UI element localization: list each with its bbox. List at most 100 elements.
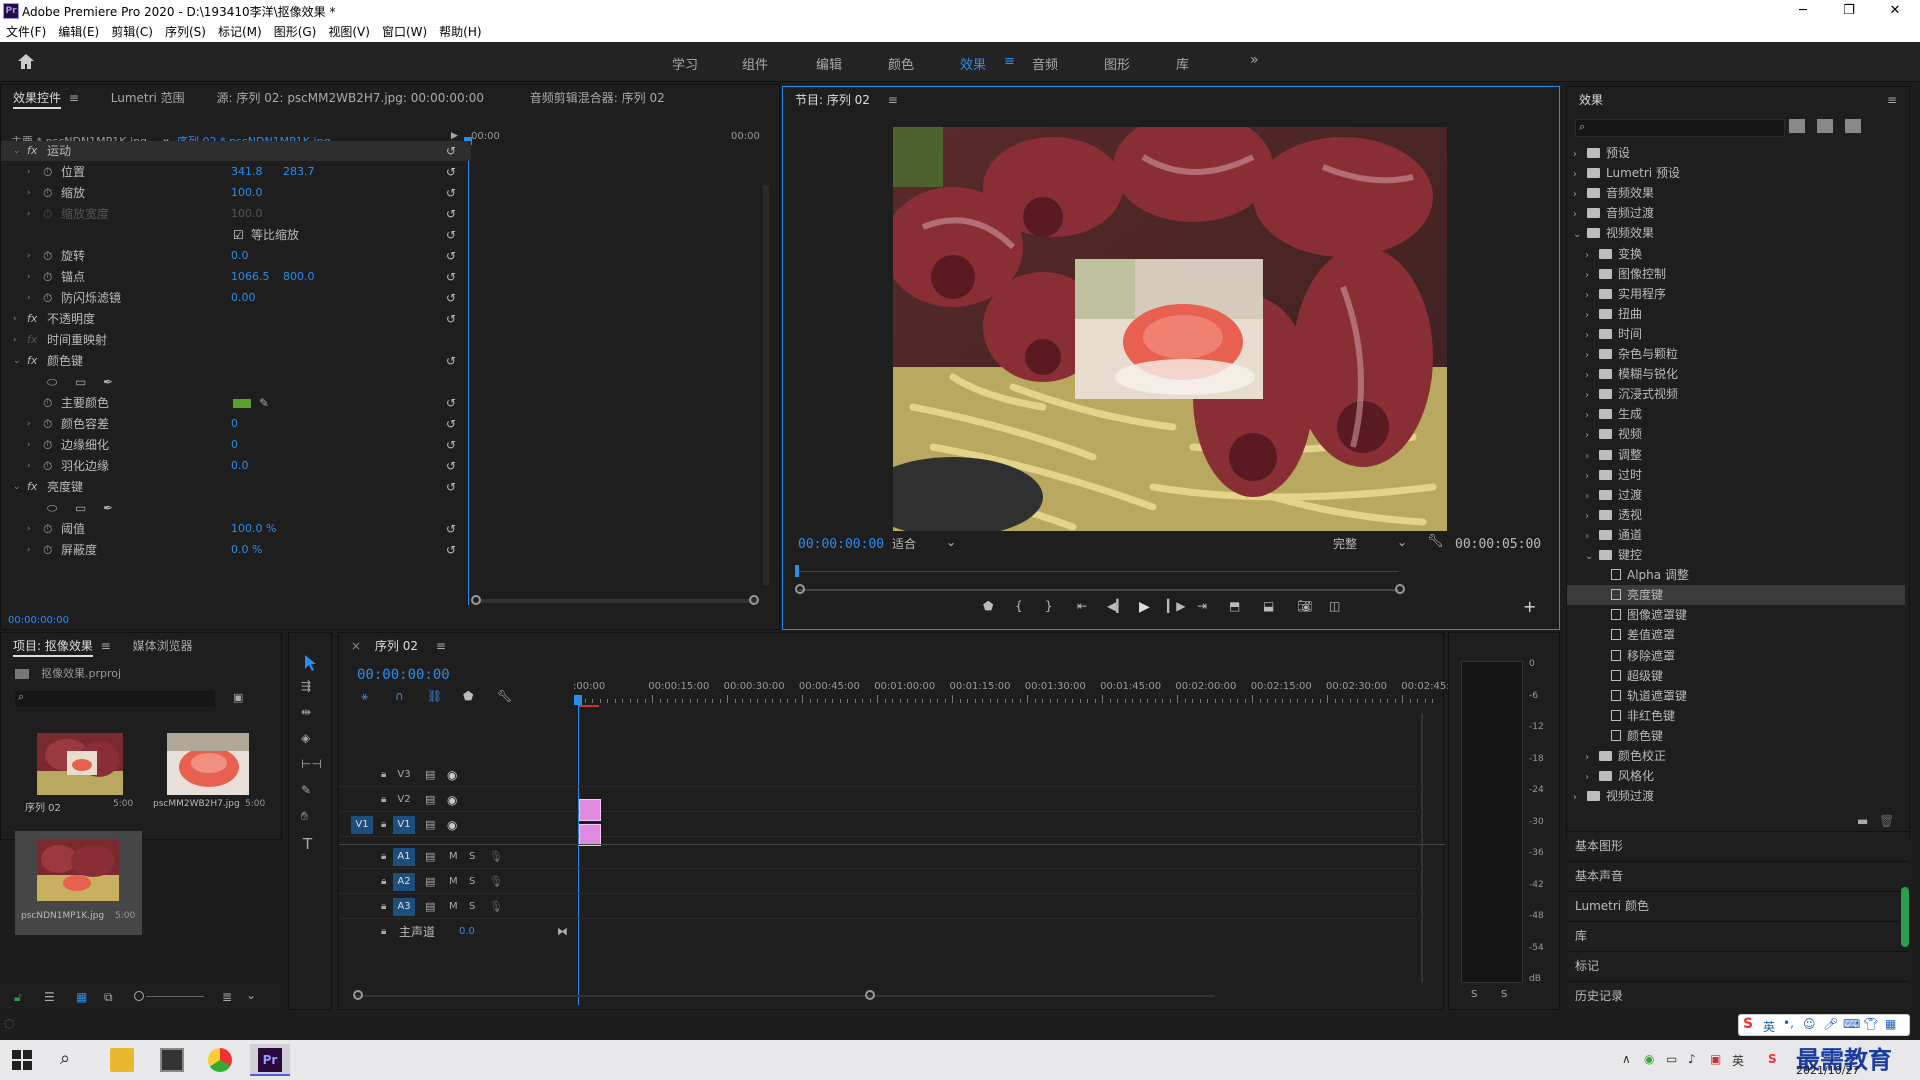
timeline-vertical-scrollbar[interactable]	[1421, 713, 1423, 983]
new-bin-icon[interactable]: ▬	[1857, 814, 1868, 828]
lock-icon[interactable]: 🔒︎	[381, 920, 386, 944]
reset-icon[interactable]: ↺	[446, 204, 456, 224]
eyedropper-icon[interactable]: ✎	[259, 393, 269, 413]
effect-tree-item[interactable]: 颜色键	[1567, 726, 1905, 746]
chevron-right-icon[interactable]: ›	[13, 309, 17, 329]
go-to-out-icon[interactable]: ⇥	[1197, 599, 1207, 613]
chevron-up-icon[interactable]: ∧	[1622, 1052, 1631, 1066]
collapsed-panel-2[interactable]: Lumetri 颜色	[1567, 891, 1909, 919]
effect-tree-item[interactable]: › 颜色校正	[1567, 746, 1905, 766]
property-value[interactable]: 0.0	[231, 246, 249, 266]
menu-item-8[interactable]: 帮助(H)	[433, 22, 487, 42]
voice-record-icon[interactable]: 🎙︎	[489, 870, 503, 894]
lock-icon[interactable]: 🔒︎	[381, 788, 386, 812]
reset-icon[interactable]: ↺	[446, 288, 456, 308]
voice-record-icon[interactable]: 🎙︎	[489, 895, 503, 919]
tab-source[interactable]: 源: 序列 02: pscMM2WB2H7.jpg: 00:00:00:00	[217, 91, 484, 105]
property-value[interactable]: 0.00	[231, 288, 256, 308]
workspace-menu-icon[interactable]: ≡	[1004, 54, 1015, 69]
mark-out-icon[interactable]: }	[1045, 599, 1053, 613]
chevron-down-icon[interactable]: ⌄	[13, 477, 21, 497]
track-target-A3[interactable]: A3	[393, 898, 415, 916]
go-to-in-icon[interactable]: ⇤	[1077, 599, 1087, 613]
voice-record-icon[interactable]: 🎙︎	[489, 845, 503, 869]
menu-item-7[interactable]: 窗口(W)	[376, 22, 433, 42]
property-value[interactable]: 0	[231, 414, 238, 434]
clip-v1-pscNDN1MP1K[interactable]	[579, 824, 601, 846]
menu-item-1[interactable]: 编辑(E)	[52, 22, 105, 42]
notification-app-icon[interactable]: ▣	[1710, 1052, 1721, 1066]
32bit-effects-icon[interactable]	[1817, 119, 1833, 133]
panel-menu-icon[interactable]: ≡	[101, 639, 111, 653]
stopwatch-icon[interactable]: ⏱	[43, 162, 52, 182]
workspace-tab-7[interactable]: 库	[1176, 54, 1189, 73]
windows-start-icon[interactable]	[12, 1050, 36, 1074]
effects-title[interactable]: 效果	[1579, 93, 1603, 107]
source-patch-v1[interactable]: V1	[351, 816, 373, 834]
lock-icon[interactable]: 🔓︎	[14, 990, 22, 1005]
effect-tree-item[interactable]: › 时间	[1567, 324, 1905, 344]
workspace-tab-3[interactable]: 颜色	[888, 54, 914, 73]
project-item-pscNDN1MP1K[interactable]: pscNDN1MP1K.jpg 5:00	[15, 831, 142, 935]
program-video-frame[interactable]	[893, 127, 1447, 531]
reset-icon[interactable]: ↺	[446, 225, 456, 245]
effect-name[interactable]: 时间重映射	[47, 330, 107, 350]
network-icon[interactable]: ▭	[1666, 1052, 1677, 1066]
fx-badge-icon[interactable]: fx	[27, 330, 37, 350]
eye-icon[interactable]: ◉	[447, 788, 457, 812]
collapsed-panel-5[interactable]: 历史记录	[1567, 981, 1909, 1009]
button-editor-icon[interactable]: +	[1523, 597, 1536, 616]
effect-tree-item[interactable]: Alpha 调整	[1567, 565, 1905, 585]
reset-icon[interactable]: ↺	[446, 519, 456, 539]
list-view-icon[interactable]: ☰	[44, 990, 55, 1004]
reset-icon[interactable]: ↺	[446, 456, 456, 476]
mute-button[interactable]: M	[449, 870, 458, 894]
sync-lock-icon[interactable]: ▤	[425, 870, 435, 894]
collapsed-panel-3[interactable]: 库	[1567, 921, 1909, 949]
uniform-scale-checkbox[interactable]: ☑	[233, 225, 244, 245]
timeline-title[interactable]: 序列 02	[375, 639, 418, 653]
menu-item-6[interactable]: 视图(V)	[322, 22, 376, 42]
slip-tool-icon[interactable]: ⊢⊣	[301, 757, 322, 771]
ec-current-time[interactable]: 00:00:00:00	[8, 615, 69, 626]
stopwatch-icon[interactable]: ⏱	[43, 435, 52, 455]
sync-lock-icon[interactable]: ▤	[425, 813, 435, 837]
eye-icon[interactable]: ◉	[447, 813, 457, 837]
stopwatch-icon[interactable]: ⏱	[43, 246, 52, 266]
workspace-tab-0[interactable]: 学习	[672, 54, 698, 73]
reset-icon[interactable]: ↺	[446, 435, 456, 455]
effect-tree-item[interactable]: ⌄ 视频效果	[1567, 223, 1905, 243]
add-marker-icon[interactable]: ⬟	[463, 689, 473, 703]
effect-tree-item[interactable]: › 实用程序	[1567, 284, 1905, 304]
snap-icon[interactable]: ∩	[395, 689, 404, 703]
property-value[interactable]: 0.0 %	[231, 540, 262, 560]
panel-menu-icon[interactable]: ≡	[69, 91, 79, 105]
clip-v2-pscMM2WB2H7[interactable]	[579, 799, 601, 821]
menu-item-4[interactable]: 标记(M)	[212, 22, 268, 42]
lock-icon[interactable]: 🔒︎	[381, 870, 386, 894]
chevron-right-icon[interactable]: ›	[27, 162, 31, 182]
mark-in-icon[interactable]: {	[1015, 599, 1023, 613]
workspace-tab-5[interactable]: 音频	[1032, 54, 1058, 73]
lock-icon[interactable]: 🔒︎	[381, 895, 386, 919]
close-sequence-icon[interactable]: ×	[351, 639, 361, 653]
collapsed-panel-0[interactable]: 基本图形	[1567, 831, 1909, 859]
reset-icon[interactable]: ↺	[446, 393, 456, 413]
tab-project[interactable]: 项目: 抠像效果	[13, 639, 93, 657]
effect-tree-item[interactable]: › 音频效果	[1567, 183, 1905, 203]
solo-left-button[interactable]: S	[1471, 989, 1477, 1000]
effect-tree-item[interactable]: › 过渡	[1567, 485, 1905, 505]
chevron-right-icon[interactable]: ›	[27, 267, 31, 287]
volume-icon[interactable]: ♪	[1688, 1052, 1696, 1066]
add-marker-icon[interactable]: ⬟	[983, 599, 993, 613]
effect-tree-item[interactable]: › 通道	[1567, 525, 1905, 545]
property-value[interactable]: 100.0	[231, 183, 263, 203]
zoom-handle-left[interactable]	[795, 584, 805, 594]
property-value-2[interactable]: 283.7	[283, 162, 315, 182]
stopwatch-icon[interactable]: ⏱	[43, 204, 52, 224]
go-to-end-icon[interactable]: ⧓	[557, 920, 568, 944]
effect-tree-item[interactable]: 图像遮罩键	[1567, 605, 1905, 625]
sogou-ime-icon[interactable]: S	[1768, 1052, 1777, 1066]
export-frame-icon[interactable]: 📷︎	[1297, 599, 1312, 613]
collapsed-panel-1[interactable]: 基本声音	[1567, 861, 1909, 889]
